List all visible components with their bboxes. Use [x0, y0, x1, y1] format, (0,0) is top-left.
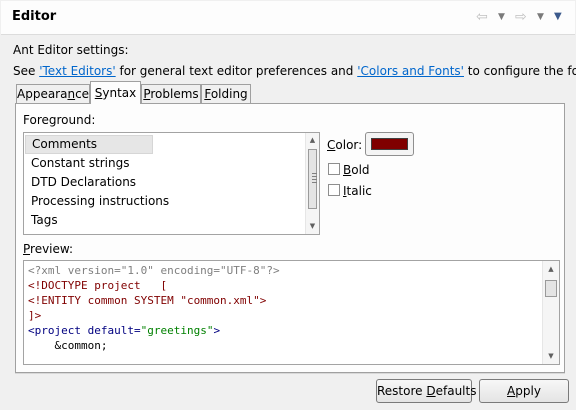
code-line-entity: <!ENTITY common SYSTEM "common.xml"> [28, 294, 267, 307]
tab-problems[interactable]: Problems [141, 84, 201, 103]
description-suffix: to configure the font. [467, 64, 576, 78]
forward-arrow-icon[interactable]: ⇨ [515, 10, 527, 24]
code-line-project-tag: <project default="greetings"> [28, 323, 220, 338]
colors-and-fonts-link[interactable]: 'Colors and Fonts' [357, 64, 464, 78]
bold-checkbox[interactable] [328, 163, 340, 175]
view-menu-icon[interactable]: ▼ [554, 12, 562, 22]
italic-checkbox[interactable] [328, 184, 340, 196]
bottom-separator [15, 373, 565, 374]
code-line-common-entity: &common; [28, 339, 108, 352]
list-item-tags[interactable]: Tags [31, 211, 58, 230]
restore-defaults-button[interactable]: Restore Defaults [376, 379, 476, 403]
code-default-value-token: "greetings" [140, 324, 214, 337]
foreground-element-list[interactable]: Comments Constant strings DTD Declaratio… [23, 132, 320, 235]
description-middle: for general text editor preferences and [115, 64, 358, 78]
back-arrow-icon[interactable]: ⇦ [476, 10, 488, 24]
preview-source-viewer[interactable]: <?xml version="1.0" encoding="UTF-8"?> <… [23, 260, 560, 365]
italic-label: Italic [343, 184, 372, 198]
tab-label: Folding [204, 87, 248, 101]
code-project-close-token: > [213, 324, 221, 337]
list-item-processing-instructions[interactable]: Processing instructions [31, 192, 169, 211]
description-text: See 'Text Editors' for general text edit… [13, 64, 576, 78]
tab-label: Problems [143, 87, 199, 101]
scrollbar-thumb[interactable] [308, 149, 317, 209]
list-item-dtd-declarations[interactable]: DTD Declarations [31, 173, 136, 192]
text-editors-link[interactable]: 'Text Editors' [39, 64, 115, 78]
preference-page-header: Editor ⇦ ▼ ⇨ ▼ ▼ [1, 1, 575, 35]
preview-vertical-scrollbar[interactable]: ▲ ▼ [542, 261, 559, 364]
scrollbar-thumb[interactable] [545, 280, 557, 297]
scroll-down-arrow-icon[interactable]: ▼ [306, 222, 319, 230]
back-history-chevron-down-icon[interactable]: ▼ [498, 12, 505, 22]
foreground-label: Foreground: [23, 113, 96, 127]
scroll-up-arrow-icon[interactable]: ▲ [543, 265, 559, 273]
tab-syntax[interactable]: Syntax [90, 81, 141, 104]
color-label: Color: [327, 138, 363, 152]
preview-label: Preview: [23, 242, 74, 256]
list-item-constant-strings[interactable]: Constant strings [31, 154, 129, 173]
bold-label: Bold [343, 163, 370, 177]
code-project-token: <project default= [28, 324, 141, 337]
tab-appearance[interactable]: Appearance [16, 84, 90, 103]
settings-title: Ant Editor settings: [13, 43, 129, 57]
apply-button[interactable]: Apply [479, 379, 569, 403]
color-swatch [371, 138, 408, 150]
forward-history-chevron-down-icon[interactable]: ▼ [537, 12, 544, 22]
code-line-doctype-end: ]> [28, 309, 42, 322]
tab-label: Syntax [94, 86, 137, 100]
tab-folding[interactable]: Folding [201, 84, 251, 103]
code-line-doctype: <!DOCTYPE project [ [28, 279, 168, 292]
list-vertical-scrollbar[interactable]: ▲ ▼ [305, 133, 319, 234]
scroll-down-arrow-icon[interactable]: ▼ [543, 352, 559, 360]
tab-label: Appearance [17, 87, 90, 101]
scroll-up-arrow-icon[interactable]: ▲ [306, 136, 319, 144]
code-line-xml-declaration: <?xml version="1.0" encoding="UTF-8"?> [28, 264, 280, 277]
page-title: Editor [12, 9, 57, 24]
color-picker-button[interactable] [365, 132, 414, 156]
description-prefix: See [13, 64, 40, 78]
list-item-comments[interactable]: Comments [25, 135, 153, 154]
